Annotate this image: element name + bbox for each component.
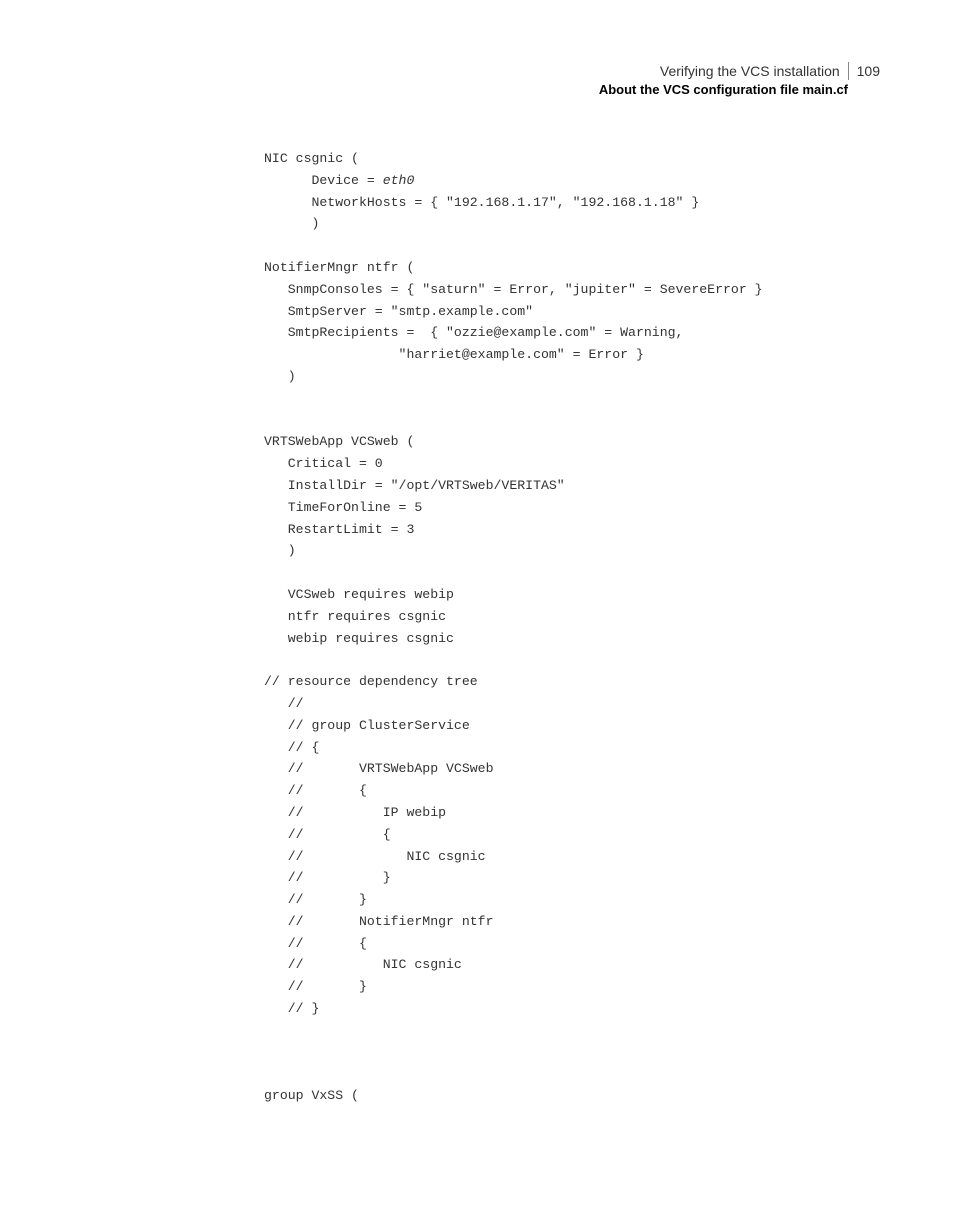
page-header: Verifying the VCS installation 109 About…	[599, 62, 880, 97]
code-line: // IP webip	[264, 805, 446, 820]
code-line: "harriet@example.com" = Error }	[264, 347, 644, 362]
header-divider	[848, 62, 849, 80]
code-italic: eth0	[383, 173, 415, 188]
code-line: // }	[264, 870, 391, 885]
code-line: // }	[264, 979, 367, 994]
code-line: // group ClusterService	[264, 718, 470, 733]
code-line: // VRTSWebApp VCSweb	[264, 761, 494, 776]
page-number: 109	[857, 63, 880, 79]
code-line: Device =	[264, 173, 383, 188]
code-line: webip requires csgnic	[264, 631, 454, 646]
code-line: // }	[264, 1001, 319, 1016]
code-line: SmtpServer = "smtp.example.com"	[264, 304, 533, 319]
code-line: InstallDir = "/opt/VRTSweb/VERITAS"	[264, 478, 565, 493]
code-line: group VxSS (	[264, 1088, 359, 1103]
code-line: VCSweb requires webip	[264, 587, 454, 602]
code-line: TimeForOnline = 5	[264, 500, 422, 515]
code-line: NIC csgnic (	[264, 151, 359, 166]
code-line: // NIC csgnic	[264, 957, 462, 972]
chapter-title: Verifying the VCS installation	[660, 63, 848, 79]
code-line: // }	[264, 892, 367, 907]
code-line: // resource dependency tree	[264, 674, 478, 689]
code-line: // {	[264, 827, 391, 842]
code-block: NIC csgnic ( Device = eth0 NetworkHosts …	[264, 148, 763, 1107]
code-line: SnmpConsoles = { "saturn" = Error, "jupi…	[264, 282, 763, 297]
code-line: // NIC csgnic	[264, 849, 486, 864]
header-line1: Verifying the VCS installation 109	[599, 62, 880, 80]
code-line: // {	[264, 783, 367, 798]
section-title: About the VCS configuration file main.cf	[599, 82, 880, 97]
code-line: NotifierMngr ntfr (	[264, 260, 414, 275]
code-line: )	[264, 543, 296, 558]
code-line: )	[264, 216, 319, 231]
code-line: Critical = 0	[264, 456, 383, 471]
code-line: RestartLimit = 3	[264, 522, 414, 537]
code-line: // NotifierMngr ntfr	[264, 914, 494, 929]
code-line: )	[264, 369, 296, 384]
code-line: //	[264, 696, 304, 711]
code-line: // {	[264, 740, 319, 755]
code-line: // {	[264, 936, 367, 951]
code-line: SmtpRecipients = { "ozzie@example.com" =…	[264, 325, 683, 340]
code-line: NetworkHosts = { "192.168.1.17", "192.16…	[264, 195, 699, 210]
code-line: ntfr requires csgnic	[264, 609, 446, 624]
code-line: VRTSWebApp VCSweb (	[264, 434, 414, 449]
